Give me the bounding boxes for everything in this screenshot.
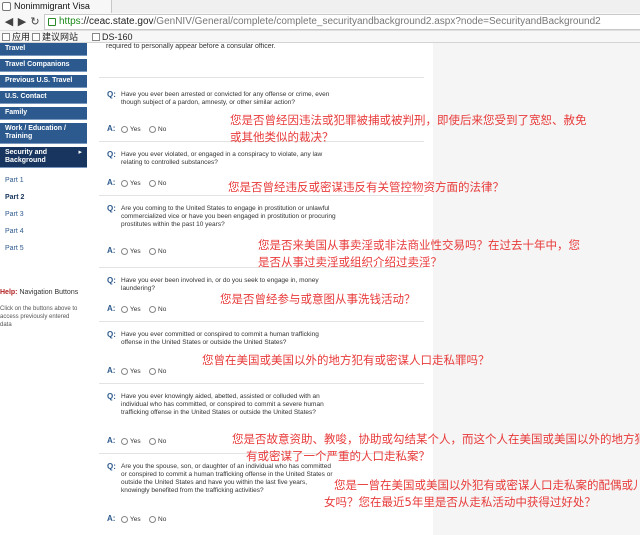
sidebar-item-previous-us-travel[interactable]: Previous U.S. Travel	[0, 75, 87, 88]
question-text: Have you ever committed or conspired to …	[121, 331, 319, 346]
intro-text: required to personally appear before a c…	[106, 43, 276, 50]
a-label: A:	[107, 178, 116, 187]
lock-icon	[48, 18, 56, 26]
a-label: A:	[107, 514, 116, 523]
yes-radio[interactable]: Yes	[121, 368, 141, 376]
forward-arrow-icon[interactable]: ▶	[15, 15, 29, 29]
page-icon	[32, 33, 40, 41]
sidebar-item-security-background[interactable]: ▸ Security and Background	[0, 147, 87, 168]
url-path: /GenNIV/General/complete/complete_securi…	[153, 16, 601, 27]
a-label: A:	[107, 124, 116, 133]
no-radio[interactable]: No	[149, 438, 166, 446]
q-label: Q:	[107, 392, 116, 401]
sidebar-item-work-education[interactable]: Work / Education / Training	[0, 123, 87, 144]
help-heading: Help: Navigation Buttons	[0, 289, 79, 296]
yes-radio[interactable]: Yes	[121, 516, 141, 524]
sidebar-part-3[interactable]: Part 3	[0, 206, 87, 223]
yes-radio[interactable]: Yes	[121, 248, 141, 256]
browser-tab[interactable]: Nonimmigrant Visa	[0, 0, 112, 13]
a-label: A:	[107, 436, 116, 445]
a-label: A:	[107, 246, 116, 255]
bookmark-ds160[interactable]: DS-160	[92, 31, 133, 43]
sidebar-item-travel-companions[interactable]: Travel Companions	[0, 59, 87, 72]
sidebar-item-label: Background	[5, 157, 46, 164]
no-radio[interactable]: No	[149, 180, 166, 188]
yes-radio[interactable]: Yes	[121, 438, 141, 446]
yes-radio[interactable]: Yes	[121, 306, 141, 314]
annotation-6: 您是否故意资助、教唆，协助或勾结某个人，而这个人在美国或美国以外的地方犯 有或密…	[232, 432, 640, 463]
sidebar-part-4[interactable]: Part 4	[0, 223, 87, 240]
yes-radio[interactable]: Yes	[121, 126, 141, 134]
question-text: Are you the spouse, son, or daughter of …	[121, 463, 333, 494]
q-label: Q:	[107, 150, 116, 159]
q-label: Q:	[107, 90, 116, 99]
a-label: A:	[107, 366, 116, 375]
annotation-7: 您是一曾在美国或美国以外犯有或密谋人口走私案的配偶或儿 女吗？您在最近5年里是否…	[324, 478, 640, 509]
no-radio[interactable]: No	[149, 368, 166, 376]
page-viewport: Travel Travel Companions Previous U.S. T…	[0, 43, 640, 535]
annotation-4: 您是否曾经参与或意图从事洗钱活动？	[220, 292, 416, 306]
bookmark-apps[interactable]: 应用	[2, 31, 30, 43]
bookmarks-bar: 应用 建议网站 DS-160	[0, 31, 640, 43]
no-radio[interactable]: No	[149, 516, 166, 524]
a-label: A:	[107, 304, 116, 313]
favicon-icon	[2, 2, 11, 11]
url-scheme: https	[59, 16, 81, 27]
sidebar-item-travel[interactable]: Travel	[0, 43, 87, 56]
arrow-right-icon: ▸	[78, 149, 82, 156]
q-label: Q:	[107, 462, 116, 471]
sidebar-item-us-contact[interactable]: U.S. Contact	[0, 91, 87, 104]
annotation-3: 您是否来美国从事卖淫或非法商业性交易吗？在过去十年中，您 是否从事过卖淫或组织介…	[258, 238, 580, 269]
sidebar-part-5[interactable]: Part 5	[0, 240, 87, 257]
bookmark-suggested[interactable]: 建议网站	[32, 31, 78, 43]
address-bar[interactable]: https://ceac.state.gov/GenNIV/General/co…	[44, 14, 640, 30]
annotation-5: 您曾在美国或美国以外的地方犯有或密谋人口走私罪吗？	[202, 353, 490, 367]
tab-bar: Nonimmigrant Visa	[0, 0, 640, 13]
url-host: ://ceac.state.gov	[80, 16, 154, 27]
question-text: Have you ever knowingly aided, abetted, …	[121, 393, 324, 416]
reload-icon[interactable]: ↻	[28, 15, 42, 29]
sidebar-nav: Travel Travel Companions Previous U.S. T…	[0, 43, 87, 257]
page-icon	[92, 33, 100, 41]
sidebar-item-family[interactable]: Family	[0, 107, 87, 120]
no-radio[interactable]: No	[149, 126, 166, 134]
question-text: Have you ever been arrested or convicted…	[121, 91, 330, 106]
q-label: Q:	[107, 204, 116, 213]
help-text: Click on the buttons above to access pre…	[0, 306, 78, 328]
back-arrow-icon[interactable]: ◀	[2, 15, 16, 29]
question-text: Are you coming to the United States to e…	[121, 205, 336, 228]
apps-icon	[2, 33, 10, 41]
sidebar-item-label: Security and	[5, 149, 48, 156]
sidebar-part-2[interactable]: Part 2	[0, 189, 87, 206]
annotation-1: 您是否曾经因违法或犯罪被捕或被判刑，即使后来您受到了宽恕、赦免 或其他类似的裁决…	[230, 113, 587, 144]
yes-radio[interactable]: Yes	[121, 180, 141, 188]
no-radio[interactable]: No	[149, 248, 166, 256]
no-radio[interactable]: No	[149, 306, 166, 314]
tab-title: Nonimmigrant Visa	[14, 1, 90, 11]
annotation-2: 您是否曾经违反或密谋违反有关管控物资方面的法律？	[228, 180, 504, 194]
sidebar-part-1[interactable]: Part 1	[0, 172, 87, 189]
question-text: Have you ever violated, or engaged in a …	[121, 151, 323, 166]
browser-toolbar: ◀ ▶ ↻ https://ceac.state.gov/GenNIV/Gene…	[0, 13, 640, 31]
q-label: Q:	[107, 276, 116, 285]
q-label: Q:	[107, 330, 116, 339]
